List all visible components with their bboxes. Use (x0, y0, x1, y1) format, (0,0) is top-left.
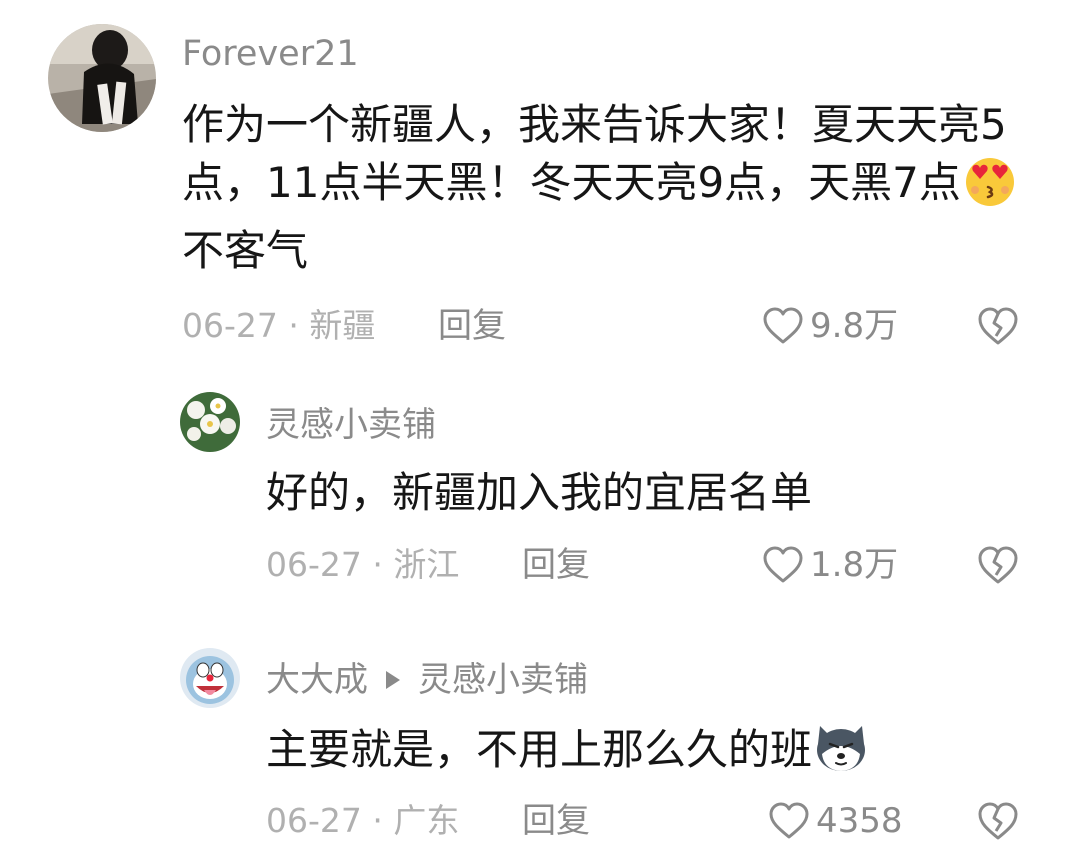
avatar[interactable] (48, 24, 156, 132)
reply-button[interactable]: 回复 (522, 545, 590, 585)
comment-text-body: 作为一个新疆人，我来告诉大家！夏天天亮5点，11点半天黑！冬天天亮9点，天黑7点 (182, 100, 1007, 207)
avatar[interactable] (180, 392, 240, 452)
like-count: 9.8万 (810, 306, 899, 346)
like-button[interactable]: 1.8万 (762, 545, 898, 585)
like-count: 4358 (816, 801, 903, 841)
husky-dog-emoji (812, 720, 870, 789)
comment-text: 好的，新疆加入我的宜居名单 (266, 468, 813, 517)
comment-date: 06-27 (266, 545, 362, 584)
comment-meta: 06-27 · 广东 (266, 801, 459, 841)
reply-button[interactable]: 回复 (438, 306, 506, 346)
broken-heart-icon (978, 802, 1018, 840)
comment-text: 作为一个新疆人，我来告诉大家！夏天天亮5点，11点半天黑！冬天天亮9点，天黑7点… (182, 96, 1042, 280)
reply-button[interactable]: 回复 (522, 801, 590, 841)
reply-header: 大大成 灵感小卖铺 (266, 660, 588, 700)
heart-icon (763, 546, 803, 583)
kissing-heart-eyes-emoji (961, 155, 1019, 222)
comment-username[interactable]: Forever21 (182, 34, 359, 74)
heart-icon (763, 307, 803, 344)
comment-meta: 06-27 · 新疆 (182, 306, 375, 346)
heart-icon (769, 802, 809, 839)
avatar[interactable] (180, 648, 240, 708)
comment-date: 06-27 (266, 801, 362, 840)
comment-username[interactable]: 灵感小卖铺 (266, 405, 436, 445)
like-count: 1.8万 (810, 545, 899, 585)
reply-to-username[interactable]: 灵感小卖铺 (418, 660, 588, 700)
like-button[interactable]: 4358 (768, 801, 903, 841)
comment-location: 新疆 (309, 306, 376, 345)
meta-separator: · (288, 306, 299, 345)
comment-location: 广东 (393, 801, 460, 840)
comment-text-tail: 不客气 (182, 226, 309, 275)
reply-arrow-icon (386, 671, 400, 689)
comment-username[interactable]: 大大成 (266, 660, 368, 700)
broken-heart-icon (978, 307, 1018, 345)
comment-meta: 06-27 · 浙江 (266, 545, 459, 585)
like-button[interactable]: 9.8万 (762, 306, 898, 346)
dislike-button[interactable] (976, 801, 1020, 845)
meta-separator: · (372, 545, 383, 584)
broken-heart-icon (978, 546, 1018, 584)
comment-location: 浙江 (393, 545, 460, 584)
comment-text: 主要就是，不用上那么久的班 (266, 720, 1046, 789)
dislike-button[interactable] (976, 545, 1020, 589)
comment-date: 06-27 (182, 306, 278, 345)
meta-separator: · (372, 801, 383, 840)
comment-text-body: 主要就是，不用上那么久的班 (266, 725, 813, 774)
dislike-button[interactable] (976, 306, 1020, 350)
